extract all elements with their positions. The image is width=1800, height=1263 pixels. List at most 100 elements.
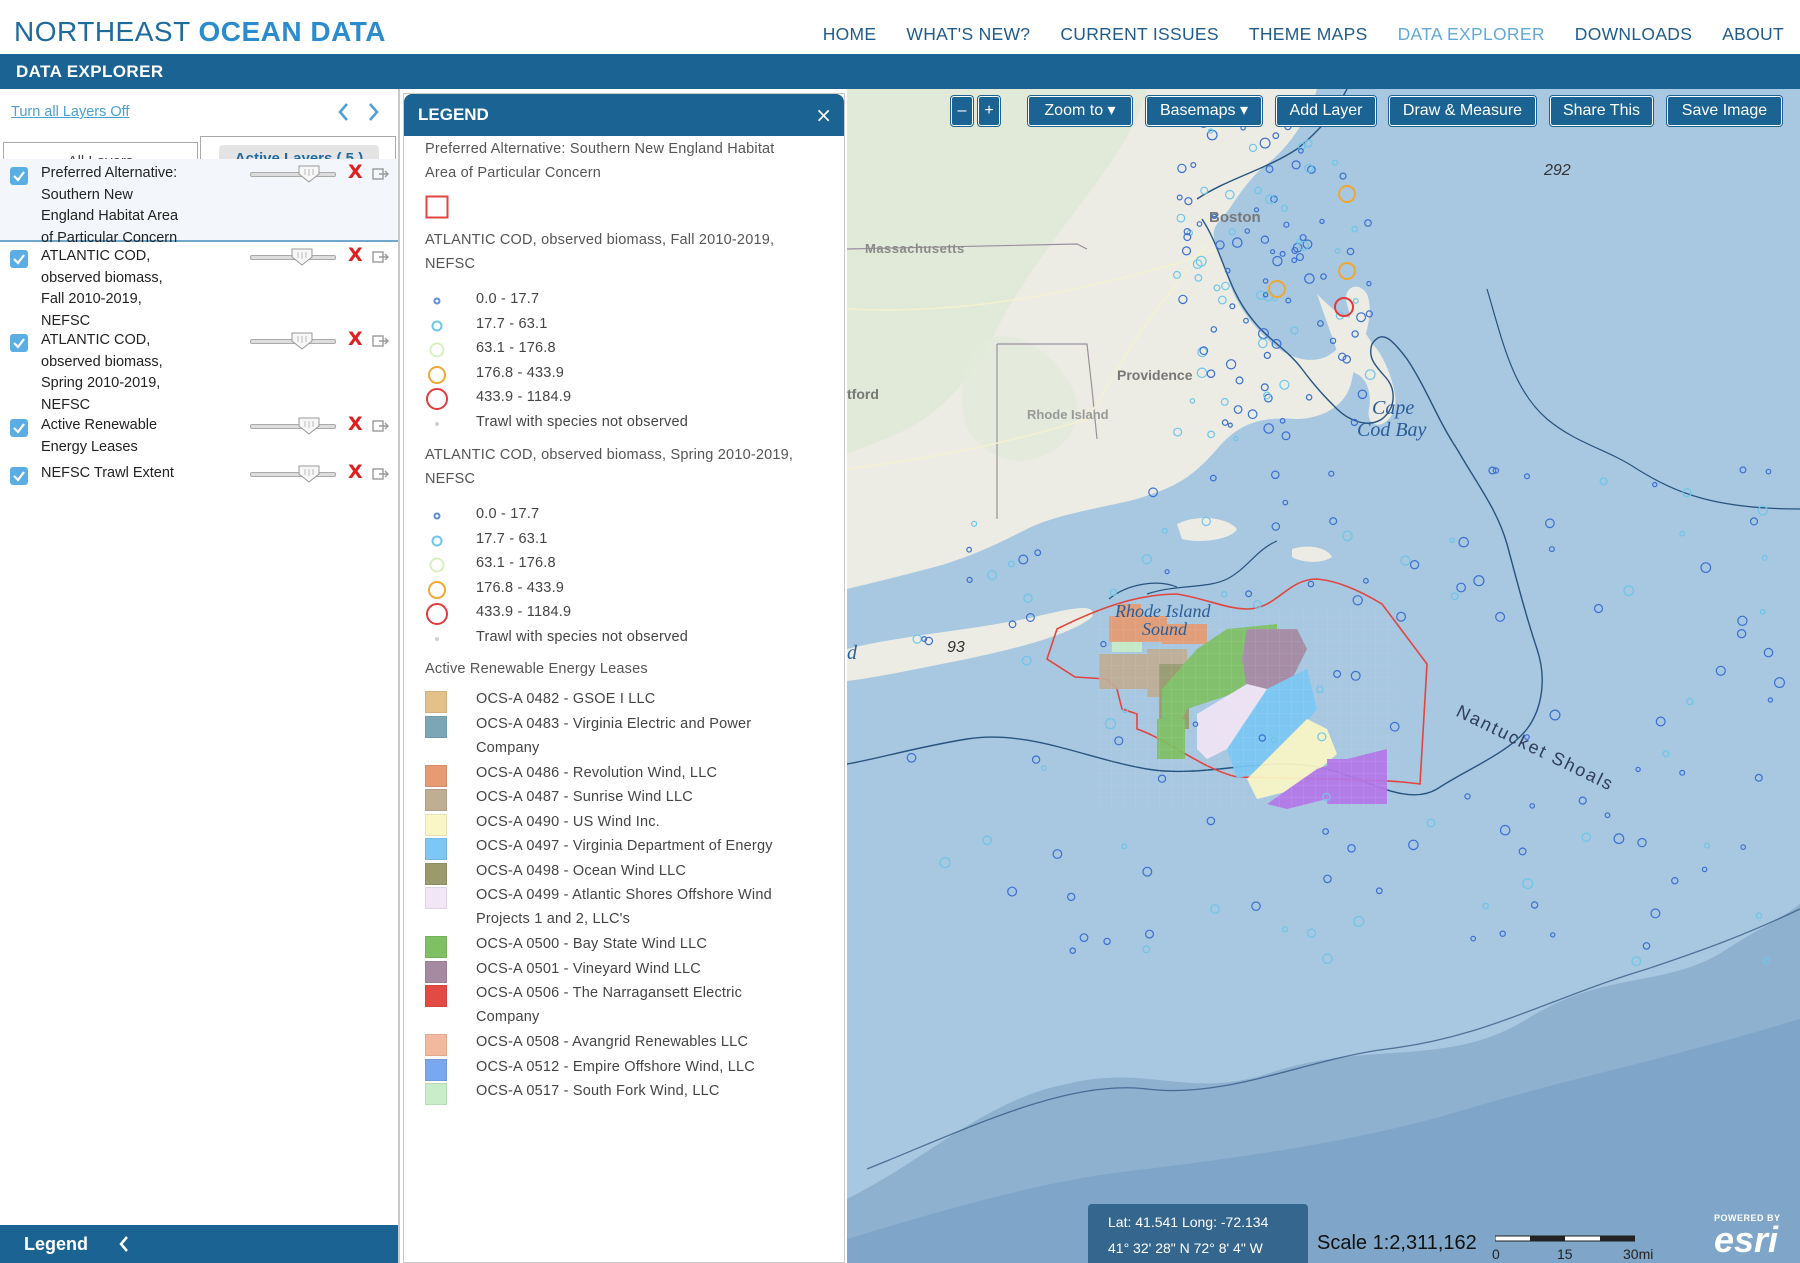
layer-name-line: ATLANTIC COD, (41, 248, 151, 264)
layer-row[interactable]: Active Renewable Energy Leases X (0, 411, 398, 459)
map-view[interactable]: Massachusetts Boston Providence Rhode Is… (847, 89, 1800, 1263)
circle-symbol-icon (425, 314, 449, 338)
save-image-button[interactable]: Save Image (1667, 96, 1782, 126)
layer-name-line: Active Renewable (41, 417, 158, 433)
legend-item-label: 0.0 - 17.7 (476, 506, 540, 522)
layer-info-icon[interactable] (372, 419, 390, 433)
legend-item-lease: OCS-A 0512 - Empire Offshore Wind, LLC (425, 1057, 835, 1081)
zoom-in-button[interactable]: + (978, 96, 1000, 126)
legend-item-label: Trawl with species not observed (476, 628, 688, 645)
legend-toggle-bar[interactable]: Legend (0, 1225, 398, 1263)
legend-item-label: OCS-A 0490 - US Wind Inc. (476, 813, 660, 830)
nav-data-explorer[interactable]: DATA EXPLORER (1398, 24, 1545, 45)
remove-layer-icon[interactable]: X (348, 461, 363, 483)
nav-theme-maps[interactable]: THEME MAPS (1249, 24, 1368, 45)
slider-thumb[interactable] (290, 331, 314, 351)
layer-row[interactable]: ATLANTIC COD, observed biomass, Spring 201… (0, 326, 398, 413)
slider-track (250, 172, 336, 177)
legend-item-label: OCS-A 0497 - Virginia Department of Ener… (476, 838, 773, 854)
scale-text: Scale 1:2,311,162 (1317, 1232, 1477, 1254)
legend-heading-habitat: Area of Particular Concern (425, 165, 602, 181)
nav-downloads[interactable]: DOWNLOADS (1575, 24, 1692, 45)
legend-item-label: 17.7 - 63.1 (476, 315, 548, 332)
legend-item-label: 176.8 - 433.9 (476, 579, 565, 596)
site-logo[interactable]: NORTHEAST OCEAN DATA (14, 16, 386, 48)
layer-name: ATLANTIC COD, observed biomass, Spring 201… (41, 330, 231, 416)
legend-item-label: Trawl with species not observed (476, 413, 688, 430)
close-icon[interactable]: × (815, 103, 832, 127)
legend-item-biomass-spring: 176.8 - 433.9 (425, 578, 835, 602)
legend-heading-spring: ATLANTIC COD, observed biomass, Spring 2… (425, 447, 794, 463)
basemaps-dropdown[interactable]: Basemaps ▾ (1146, 96, 1262, 126)
opacity-slider[interactable] (250, 247, 336, 267)
trawl-points-svg (906, 114, 1785, 967)
legend-item-biomass-fall: 176.8 - 433.9 (425, 363, 835, 387)
layer-checkbox[interactable] (10, 467, 28, 485)
esri-wordmark: esri (1714, 1219, 1779, 1260)
layer-info-icon[interactable] (372, 467, 390, 481)
chevron-left-icon[interactable] (335, 101, 353, 123)
opacity-slider[interactable] (250, 331, 336, 351)
coords-decimal: Lat: 41.541 Long: -72.134 (1108, 1214, 1269, 1230)
esri-logo: POWERED BY esri (1714, 1213, 1781, 1260)
layer-row[interactable]: ATLANTIC COD, observed biomass, Fall 2010-… (0, 242, 398, 329)
legend-heading-leases: Active Renewable Energy Leases (425, 661, 648, 677)
legend-item-label: 433.9 - 1184.9 (476, 389, 572, 405)
slider-thumb[interactable] (297, 164, 321, 184)
legend-item-label: Company (476, 1009, 540, 1025)
legend-item-lease: OCS-A 0501 - Vineyard Wind LLC (425, 959, 835, 983)
legend-item-lease: OCS-A 0482 - GSOE I LLC (425, 689, 835, 713)
add-layer-button[interactable]: Add Layer (1276, 96, 1376, 126)
opacity-slider[interactable] (250, 164, 336, 184)
chevron-right-icon[interactable] (364, 101, 382, 123)
layer-name: NEFSC Trawl Extent (41, 463, 231, 485)
legend-item-lease: OCS-A 0508 - Avangrid Renewables LLC (425, 1032, 835, 1056)
remove-layer-icon[interactable]: X (348, 244, 363, 266)
circle-symbol-icon (425, 602, 449, 626)
draw-measure-button[interactable]: Draw & Measure (1389, 96, 1536, 126)
slider-thumb[interactable] (297, 416, 321, 436)
slider-thumb[interactable] (297, 464, 321, 484)
nav-about[interactable]: ABOUT (1722, 24, 1784, 45)
layer-checkbox[interactable] (10, 167, 28, 185)
lease-swatch-icon (425, 813, 447, 836)
zoom-to-dropdown[interactable]: Zoom to ▾ (1028, 96, 1132, 126)
share-button[interactable]: Share This (1550, 96, 1653, 126)
coords-dms: 41° 32' 28" N 72° 8' 4" W (1108, 1240, 1263, 1256)
legend-header: LEGEND × (404, 94, 844, 136)
layer-name: Preferred Alternative: Southern New Englan… (41, 163, 231, 249)
nav-home[interactable]: HOME (823, 24, 877, 45)
remove-layer-icon[interactable]: X (348, 413, 363, 435)
nav-current-issues[interactable]: CURRENT ISSUES (1060, 24, 1219, 45)
lease-swatch-icon (425, 838, 447, 860)
turn-all-layers-off-link[interactable]: Turn all Layers Off (11, 104, 129, 120)
remove-layer-icon[interactable]: X (348, 328, 363, 350)
opacity-slider[interactable] (250, 464, 336, 484)
remove-layer-icon[interactable]: X (348, 161, 363, 183)
layer-row[interactable]: NEFSC Trawl Extent X (0, 459, 398, 499)
layer-name-line: Preferred Alternative: (41, 165, 178, 181)
scale-tick-30: 30mi (1623, 1246, 1654, 1262)
layer-name-line: observed biomass, (41, 269, 163, 286)
slider-thumb[interactable] (290, 247, 314, 267)
opacity-slider[interactable] (250, 416, 336, 436)
layer-info-icon[interactable] (372, 250, 390, 264)
legend-item-label: OCS-A 0517 - South Fork Wind, LLC (476, 1083, 720, 1099)
layer-checkbox[interactable] (10, 250, 28, 268)
legend-item-biomass-fall: Trawl with species not observed (425, 412, 835, 436)
legend-item-biomass-fall: 433.9 - 1184.9 (425, 387, 835, 411)
legend-item-label: 63.1 - 176.8 (476, 340, 556, 356)
layer-checkbox[interactable] (10, 334, 28, 352)
layer-row[interactable]: Preferred Alternative: Southern New Englan… (0, 159, 398, 246)
zoom-out-button[interactable]: – (951, 96, 973, 126)
legend-item-label: 176.8 - 433.9 (476, 364, 565, 381)
legend-item-label: Projects 1 and 2, LLC's (476, 911, 631, 927)
layer-checkbox[interactable] (10, 419, 28, 437)
nav-what-s-new[interactable]: WHAT'S NEW? (906, 24, 1030, 45)
circle-symbol-icon (425, 553, 449, 577)
legend-item-label: 63.1 - 176.8 (476, 555, 556, 571)
legend-item-lease: OCS-A 0486 - Revolution Wind, LLC (425, 763, 835, 787)
lease-swatch-icon (425, 764, 447, 787)
layer-info-icon[interactable] (372, 167, 390, 181)
layer-info-icon[interactable] (372, 334, 390, 348)
